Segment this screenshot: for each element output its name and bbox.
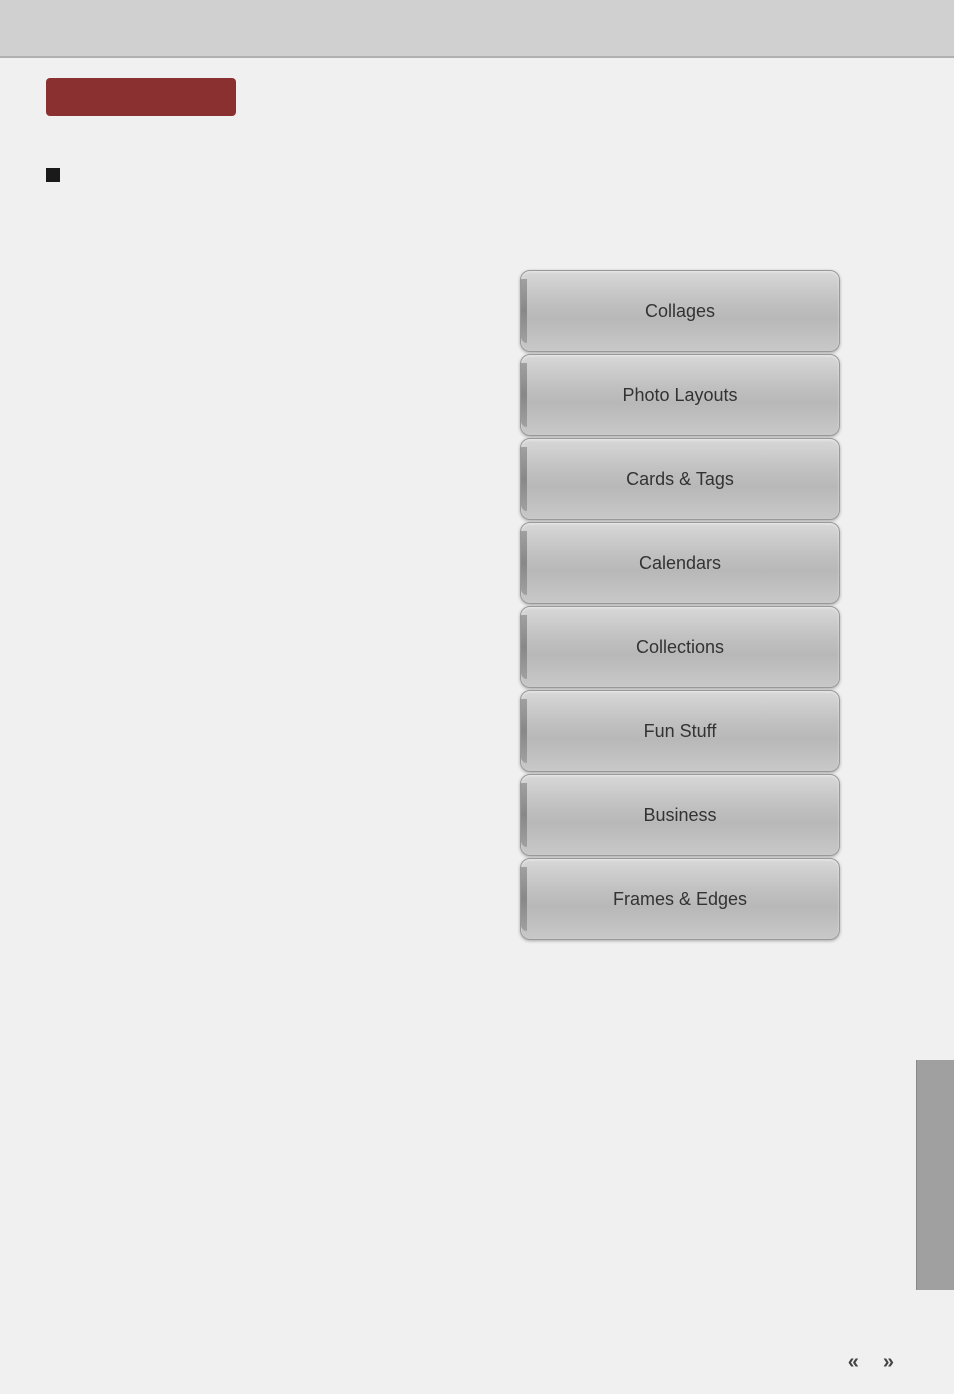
scrollbar[interactable] bbox=[916, 1060, 954, 1290]
menu-item-collections[interactable]: Collections bbox=[520, 606, 840, 688]
menu-item-frames-edges[interactable]: Frames & Edges bbox=[520, 858, 840, 940]
header-bar bbox=[0, 0, 954, 58]
menu-item-photo-layouts[interactable]: Photo Layouts bbox=[520, 354, 840, 436]
prev-button[interactable]: « bbox=[848, 1351, 859, 1374]
top-action-button[interactable] bbox=[46, 78, 236, 116]
bullet-icon bbox=[46, 168, 60, 182]
menu-item-fun-stuff[interactable]: Fun Stuff bbox=[520, 690, 840, 772]
menu-item-business[interactable]: Business bbox=[520, 774, 840, 856]
category-menu: CollagesPhoto LayoutsCards & TagsCalenda… bbox=[520, 270, 840, 942]
menu-item-calendars[interactable]: Calendars bbox=[520, 522, 840, 604]
menu-item-cards-tags[interactable]: Cards & Tags bbox=[520, 438, 840, 520]
menu-item-collages[interactable]: Collages bbox=[520, 270, 840, 352]
next-button[interactable]: » bbox=[883, 1351, 894, 1374]
bottom-navigation: « » bbox=[848, 1351, 894, 1374]
